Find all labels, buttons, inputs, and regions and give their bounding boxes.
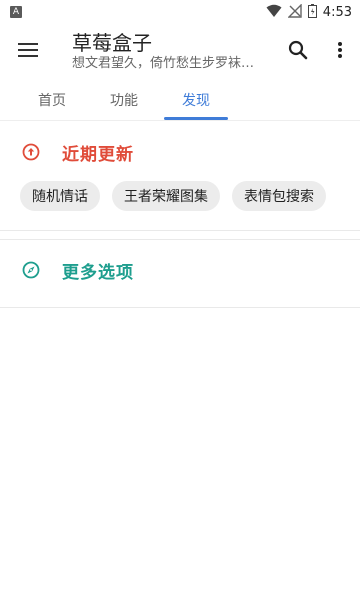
recent-chips: 随机情话 王者荣耀图集 表情包搜索 <box>20 181 326 211</box>
recent-updates-header: 近期更新 <box>0 132 360 172</box>
search-icon <box>288 40 308 64</box>
menu-button[interactable] <box>0 24 56 80</box>
more-options-header[interactable]: 更多选项 <box>0 250 360 290</box>
hamburger-menu-icon <box>18 42 38 62</box>
chip-random-love-words[interactable]: 随机情话 <box>20 181 100 211</box>
battery-icon <box>307 3 317 22</box>
app-title: 草莓盒子 <box>72 31 152 55</box>
status-bar: A 4:53 <box>0 0 360 24</box>
chip-sticker-search[interactable]: 表情包搜索 <box>232 181 326 211</box>
tab-features[interactable]: 功能 <box>92 80 156 120</box>
tab-home[interactable]: 首页 <box>20 80 84 120</box>
tab-discover[interactable]: 发现 <box>164 80 228 120</box>
app-subtitle: 想文君望久，倚竹愁生步罗袜… <box>72 56 255 71</box>
search-button[interactable] <box>276 24 320 80</box>
tabs-divider <box>0 120 360 121</box>
section-divider <box>0 239 360 240</box>
more-options-title: 更多选项 <box>62 262 134 283</box>
arrow-up-circle-icon <box>0 132 62 172</box>
section-divider <box>0 307 360 308</box>
no-signal-icon <box>287 2 302 22</box>
app-bar: 草莓盒子 想文君望久，倚竹愁生步罗袜… <box>0 24 360 80</box>
status-time: 4:53 <box>322 4 352 20</box>
tab-bar: 首页 功能 发现 <box>0 80 360 120</box>
wifi-icon <box>266 3 282 22</box>
compass-icon <box>0 250 62 290</box>
section-divider <box>0 230 360 231</box>
recent-updates-title: 近期更新 <box>62 144 134 165</box>
notification-a-icon: A <box>10 6 22 18</box>
chip-honor-of-kings-gallery[interactable]: 王者荣耀图集 <box>112 181 220 211</box>
more-vert-icon <box>337 41 343 63</box>
title-block: 草莓盒子 想文君望久，倚竹愁生步罗袜… <box>56 31 276 73</box>
overflow-menu-button[interactable] <box>320 24 360 80</box>
